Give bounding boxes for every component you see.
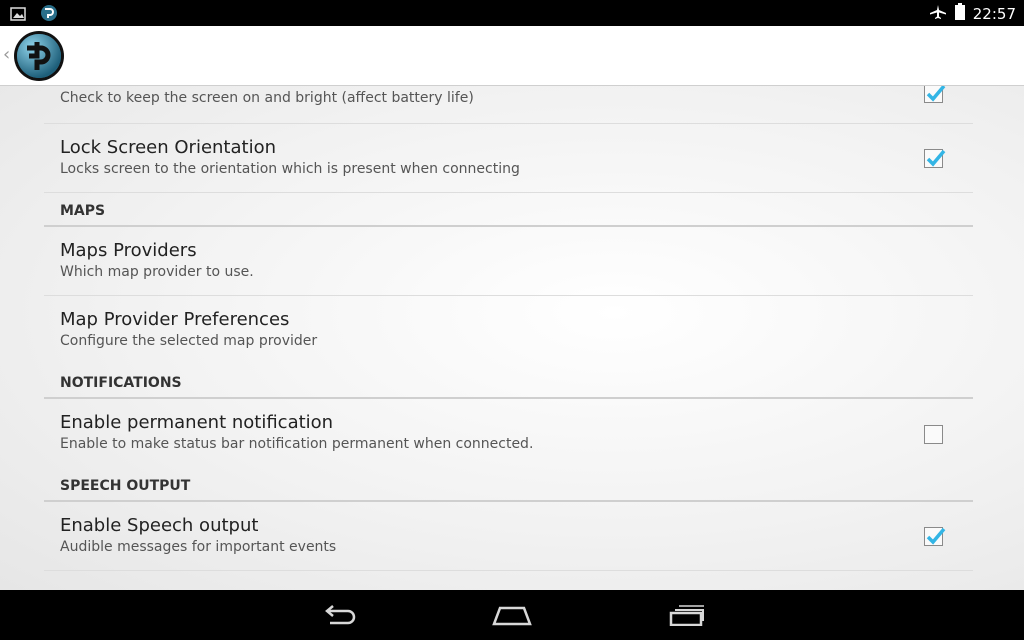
keep-screen-on-checkbox[interactable] (924, 86, 946, 103)
app-logo-icon (13, 30, 65, 82)
settings-screen: Check to keep the screen on and bright (… (0, 86, 1024, 590)
home-icon (492, 606, 532, 626)
preference-title: Maps Providers (60, 240, 197, 261)
action-bar: ‹ (0, 26, 1024, 86)
navigation-bar (0, 590, 1024, 640)
battery-icon (954, 3, 965, 24)
preference-summary: Check to keep the screen on and bright (… (60, 90, 474, 106)
clock: 22:57 (972, 4, 1016, 23)
notification-icons (10, 4, 58, 26)
permanent-notification-checkbox[interactable] (924, 425, 943, 444)
speech-output-checkbox[interactable] (924, 527, 946, 546)
preference-title: Map Provider Preferences (60, 309, 290, 330)
section-header-maps: MAPS (44, 193, 973, 227)
recent-apps-button[interactable] (661, 600, 711, 630)
preference-summary: Locks screen to the orientation which is… (60, 161, 520, 177)
section-header-notifications: NOTIFICATIONS (44, 365, 973, 399)
checkmark-icon (926, 86, 946, 102)
preference-maps-providers[interactable]: Maps Providers Which map provider to use… (44, 227, 973, 296)
preference-permanent-notification[interactable]: Enable permanent notification Enable to … (44, 399, 973, 468)
system-status: 22:57 (929, 3, 1016, 24)
app-notification-icon (40, 4, 58, 26)
lock-orientation-checkbox[interactable] (924, 149, 946, 168)
preference-summary: Configure the selected map provider (60, 333, 318, 349)
preference-map-provider-preferences[interactable]: Map Provider Preferences Configure the s… (44, 296, 973, 365)
status-bar: 22:57 (0, 0, 1024, 26)
back-icon (325, 605, 356, 625)
preference-title (60, 86, 973, 87)
back-button[interactable] (314, 600, 364, 630)
section-header-speech-output: SPEECH OUTPUT (44, 468, 973, 502)
recent-apps-icon (669, 605, 704, 626)
preference-summary: Which map provider to use. (60, 264, 254, 280)
preference-title: Lock Screen Orientation (60, 137, 276, 158)
preference-speech-output[interactable]: Enable Speech output Audible messages fo… (44, 502, 973, 571)
preference-keep-screen-on[interactable]: Check to keep the screen on and bright (… (44, 86, 973, 124)
preference-lock-orientation[interactable]: Lock Screen Orientation Locks screen to … (44, 124, 973, 193)
checkmark-icon (926, 527, 946, 545)
airplane-mode-icon (929, 4, 947, 24)
up-caret-icon: ‹ (3, 44, 11, 65)
checkmark-icon (926, 149, 946, 167)
preference-title: Enable Speech output (60, 515, 259, 536)
image-notification-icon (10, 6, 26, 25)
preference-list: Check to keep the screen on and bright (… (44, 86, 973, 571)
preference-summary: Enable to make status bar notification p… (60, 436, 534, 452)
home-button[interactable] (487, 600, 537, 630)
preference-title: Enable permanent notification (60, 412, 334, 433)
preference-summary: Audible messages for important events (60, 539, 337, 555)
